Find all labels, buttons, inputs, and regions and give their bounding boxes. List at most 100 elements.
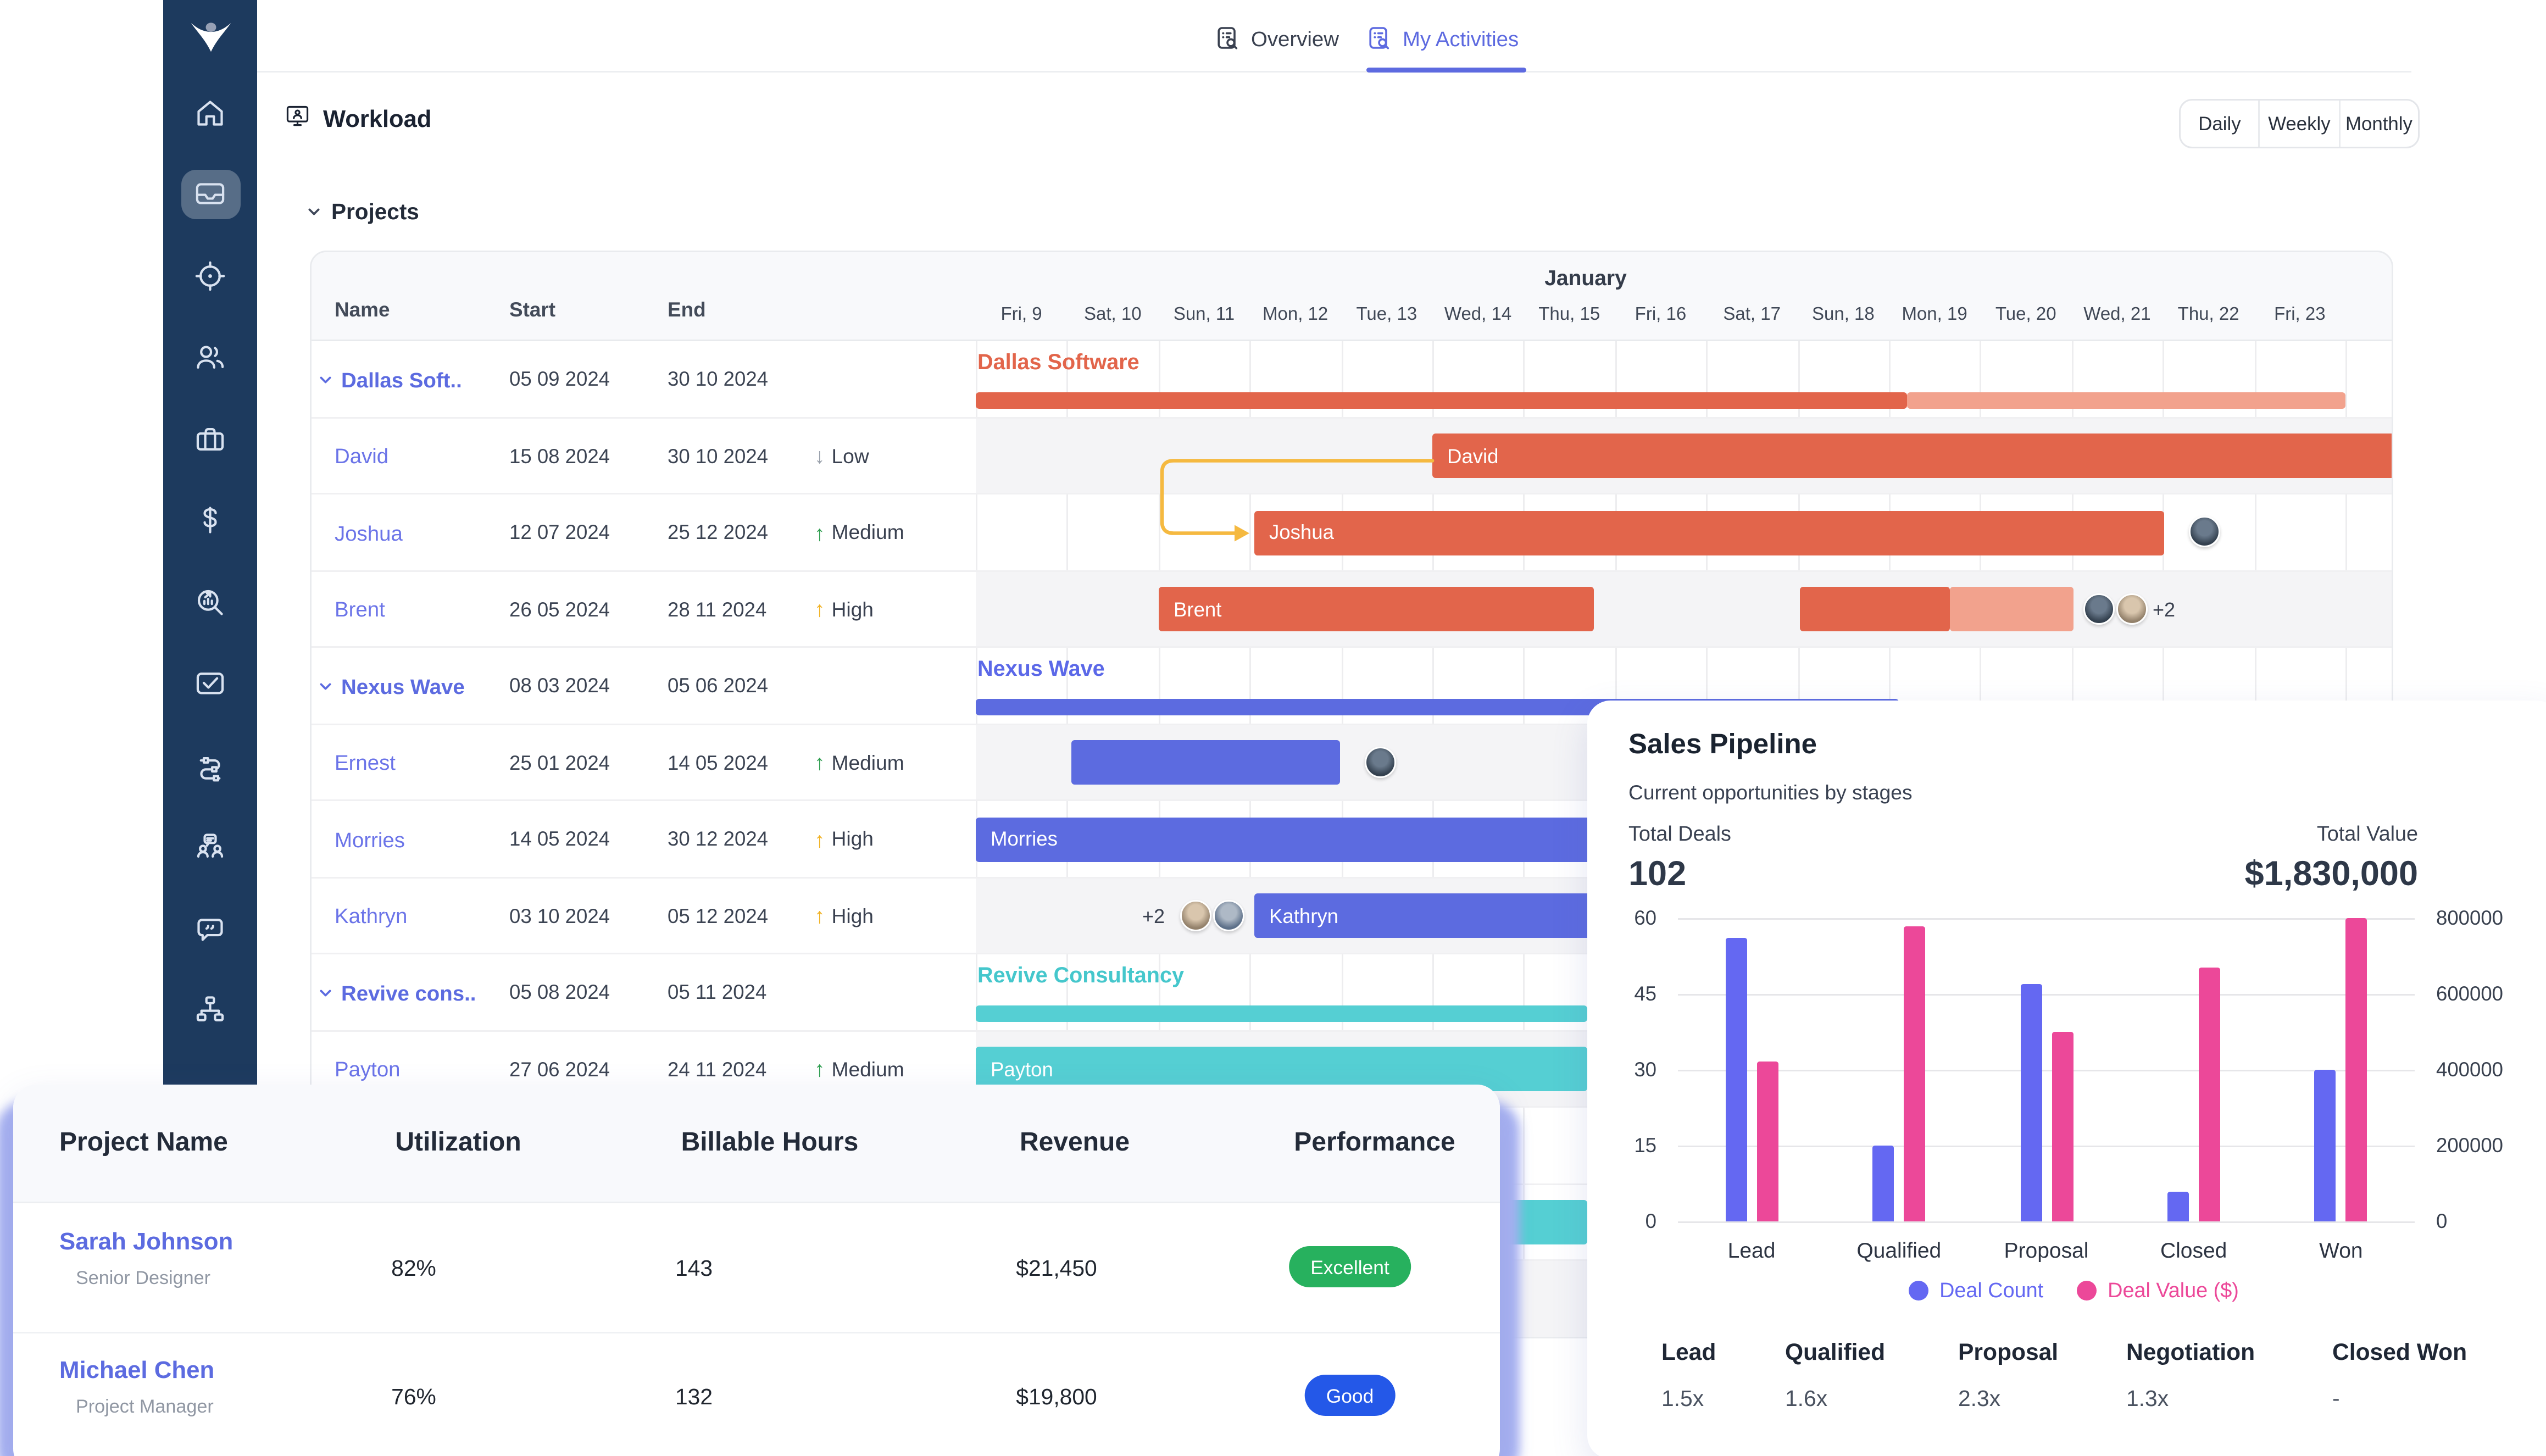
sidebar-item-comment[interactable] (181, 903, 240, 953)
gantt-timeline-cell: Joshua (976, 494, 2393, 570)
end-date: 05 11 2024 (668, 954, 766, 1031)
sidebar-item-search-chart[interactable] (181, 577, 240, 626)
sidebar-item-dollar[interactable] (181, 496, 240, 545)
chart-bar-count-qualified (1872, 1146, 1894, 1221)
end-date: 30 12 2024 (668, 801, 768, 878)
app-logo[interactable] (186, 15, 235, 64)
sidebar-item-inbox[interactable] (181, 169, 240, 219)
view-weekly-button[interactable]: Weekly (2260, 101, 2340, 147)
view-switcher: DailyWeeklyMonthly (2179, 99, 2420, 148)
avatar (2116, 593, 2148, 624)
gantt-bar-joshua[interactable]: Joshua (1254, 510, 2164, 555)
comment-icon (193, 911, 227, 946)
stage-multiplier: 1.3x (2126, 1386, 2169, 1411)
app-root: Overview My Activities Workload DailyWee… (0, 0, 2546, 1456)
table-col-header: Revenue (1020, 1129, 1130, 1159)
row-name-link[interactable]: Joshua (335, 494, 403, 571)
gantt-timeline-cell: David (976, 418, 2393, 493)
stage-label: Lead (1661, 1340, 1716, 1366)
revenue-value: $21,450 (1016, 1256, 1097, 1281)
start-date: 14 05 2024 (509, 801, 610, 878)
right-axis-tick: 200000 (2436, 1134, 2503, 1157)
projects-section-header[interactable]: Projects (307, 199, 419, 224)
tab-my-activities[interactable]: My Activities (1366, 16, 1519, 59)
gantt-bar[interactable] (976, 392, 1907, 409)
day-label: Sun, 18 (1798, 305, 1889, 325)
table-row: Michael ChenProject Manager76%132$19,800… (13, 1332, 1500, 1456)
category-label: Won (2267, 1238, 2415, 1263)
gantt-bar[interactable] (976, 1005, 1587, 1022)
legend-dot (1908, 1281, 1928, 1301)
tab-overview[interactable]: Overview (1215, 16, 1339, 59)
revenue-value: $19,800 (1016, 1385, 1097, 1409)
sidebar-item-target[interactable] (181, 251, 240, 300)
member-name-link[interactable]: Michael Chen (59, 1358, 214, 1385)
priority-cell: ↑High (814, 878, 874, 955)
table-col-header: Utilization (395, 1129, 521, 1159)
sidebar-item-org-chart[interactable] (181, 985, 240, 1035)
row-name-link[interactable]: Nexus Wave (318, 648, 465, 725)
row-name-link[interactable]: Morries (335, 801, 405, 878)
left-axis-tick: 60 (1604, 907, 1656, 930)
day-label: Fri, 23 (2254, 305, 2345, 325)
task-check-icon (193, 666, 227, 701)
gantt-bar-david[interactable]: David (1432, 434, 2393, 479)
member-name-link[interactable]: Sarah Johnson (59, 1230, 233, 1256)
briefcase-icon (193, 421, 227, 456)
search-chart-icon (193, 585, 227, 619)
row-name-link[interactable]: Brent (335, 571, 385, 648)
end-date: 14 05 2024 (668, 725, 768, 802)
more-assignees-count[interactable]: +2 (1142, 878, 1165, 955)
gantt-bar[interactable] (1907, 392, 2345, 409)
chart-bar-count-lead (1725, 938, 1747, 1221)
avatar (1213, 899, 1244, 931)
start-date: 25 01 2024 (509, 725, 610, 802)
row-name-link[interactable]: Kathryn (335, 878, 407, 955)
sidebar-item-pipeline[interactable] (181, 740, 240, 790)
legend-item[interactable]: Deal Count (1908, 1279, 2043, 1302)
priority-cell: ↓Low (814, 418, 869, 495)
day-label: Thu, 15 (1524, 305, 1615, 325)
row-name-link[interactable]: Dallas Soft.. (318, 341, 462, 418)
dollar-icon (193, 503, 227, 537)
org-chart-icon (193, 992, 227, 1027)
gantt-bar-brent[interactable]: Brent (1159, 587, 1594, 632)
chart-bar-count-won (2315, 1070, 2336, 1221)
member-role: Senior Designer (76, 1269, 210, 1289)
chart-bar-value-won (2346, 918, 2367, 1221)
more-assignees-count[interactable]: +2 (2153, 571, 2175, 648)
page-title: Workload (323, 107, 431, 134)
row-name-link[interactable]: David (335, 418, 388, 495)
day-label: Sat, 10 (1067, 305, 1158, 325)
row-name-link[interactable]: Revive cons.. (318, 954, 476, 1031)
gantt-row: David15 08 202430 10 2024↓LowDavid (312, 418, 2392, 495)
start-date: 03 10 2024 (509, 878, 610, 955)
sidebar-item-home[interactable] (181, 87, 240, 137)
arrow-up-icon: ↑ (814, 827, 825, 852)
gantt-bar[interactable] (1800, 587, 1950, 632)
gantt-bar[interactable] (1071, 741, 1340, 785)
legend-item[interactable]: Deal Value ($) (2076, 1279, 2239, 1302)
left-axis-tick: 15 (1604, 1134, 1656, 1157)
gantt-timeline-cell: Brent +2 (976, 571, 2393, 647)
sidebar-item-meeting[interactable] (181, 822, 240, 871)
gantt-bar[interactable] (1950, 587, 2074, 632)
stage-label: Proposal (1958, 1340, 2058, 1366)
tab-label: My Activities (1403, 26, 1519, 51)
row-name-link[interactable]: Ernest (335, 725, 396, 802)
performance-badge: Good (1305, 1375, 1396, 1416)
start-date: 05 08 2024 (509, 954, 610, 1031)
sidebar-item-users[interactable] (181, 332, 240, 382)
view-monthly-button[interactable]: Monthly (2340, 101, 2418, 147)
active-tab-underline (1366, 68, 1526, 72)
col-start: Start (509, 298, 555, 321)
sidebar-item-briefcase[interactable] (181, 414, 240, 463)
end-date: 28 11 2024 (668, 571, 766, 648)
arrow-up-icon: ↑ (814, 597, 825, 622)
sidebar-item-task-check[interactable] (181, 659, 240, 708)
right-axis-tick: 600000 (2436, 982, 2503, 1005)
day-label: Wed, 14 (1432, 305, 1524, 325)
end-date: 05 12 2024 (668, 878, 768, 955)
view-daily-button[interactable]: Daily (2181, 101, 2260, 147)
priority-cell: ↑Medium (814, 494, 904, 571)
